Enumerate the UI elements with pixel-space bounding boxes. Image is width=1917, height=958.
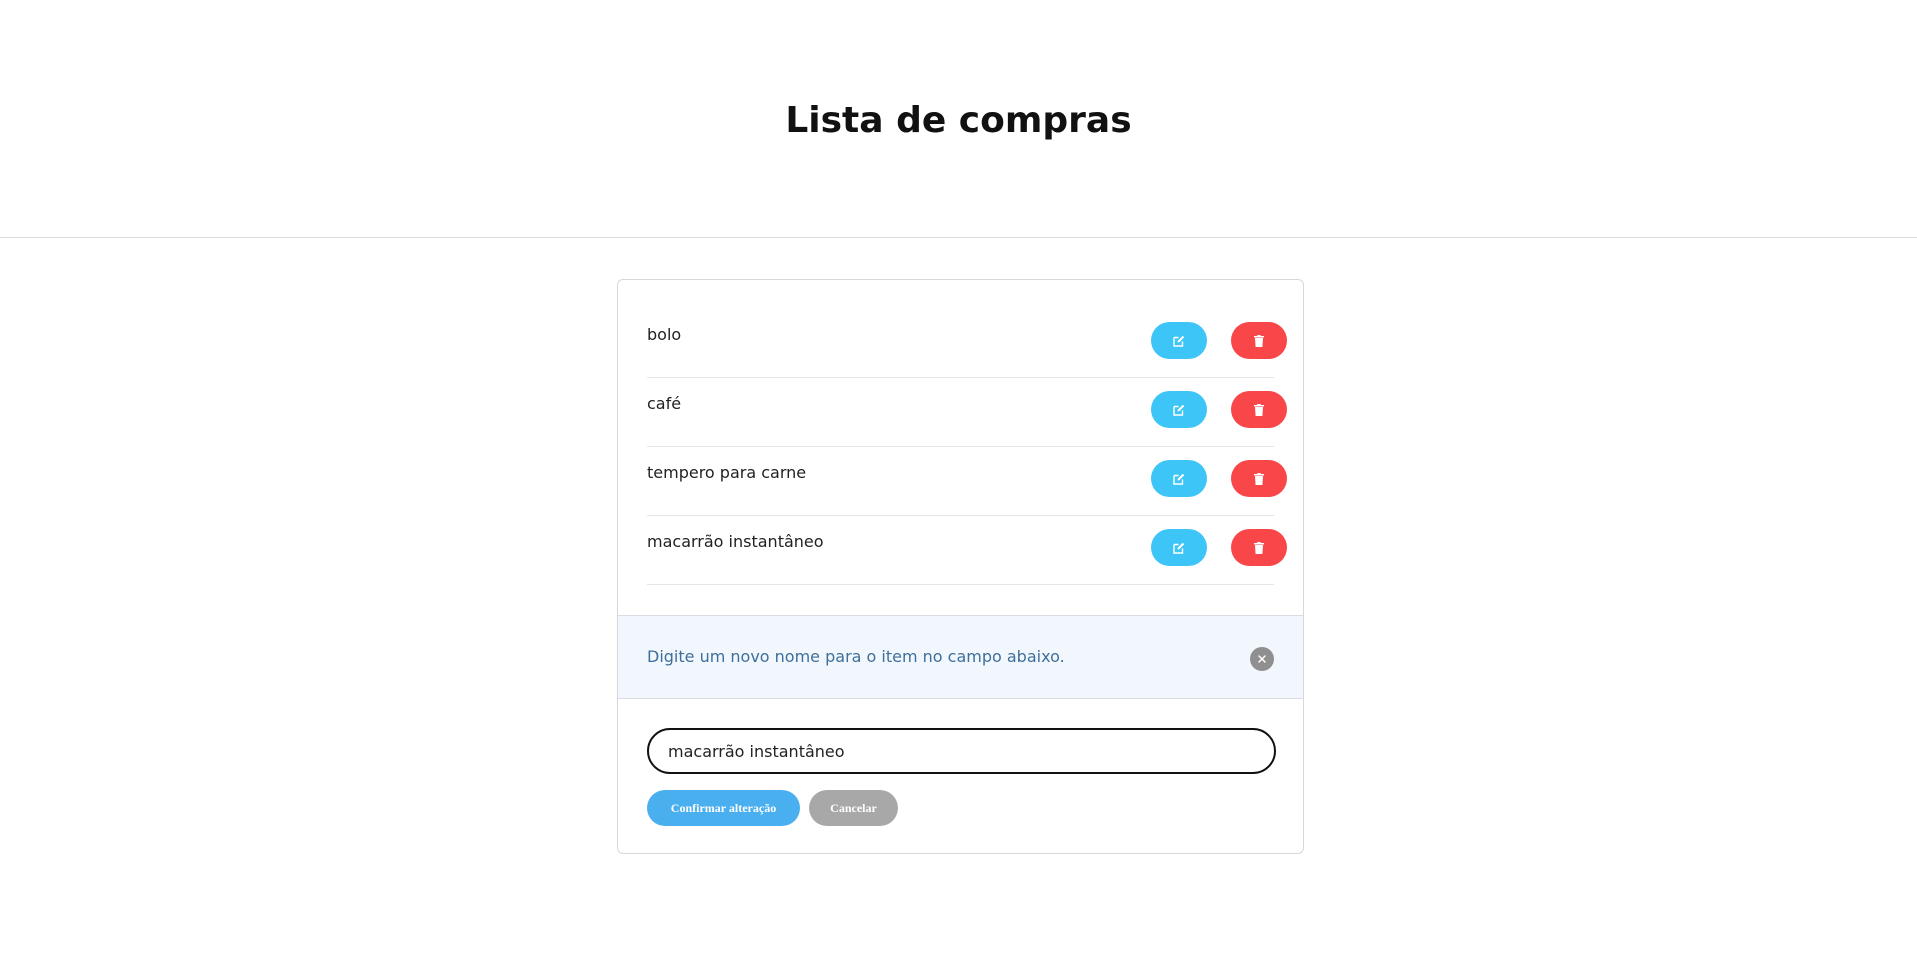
list-item: café bbox=[647, 378, 1287, 447]
info-alert: Digite um novo nome para o item no campo… bbox=[618, 615, 1303, 699]
edit-icon bbox=[1173, 404, 1185, 416]
edit-button[interactable] bbox=[1151, 460, 1207, 497]
trash-icon bbox=[1254, 472, 1264, 485]
list-item: macarrão instantâneo bbox=[647, 516, 1287, 585]
edit-icon bbox=[1173, 473, 1185, 485]
item-label: bolo bbox=[647, 325, 682, 344]
page-title: Lista de compras bbox=[785, 100, 1132, 141]
trash-icon bbox=[1254, 334, 1264, 347]
edit-icon bbox=[1173, 335, 1185, 347]
cancel-edit-button[interactable]: Cancelar bbox=[809, 790, 898, 826]
delete-button[interactable] bbox=[1231, 529, 1287, 566]
trash-icon bbox=[1254, 541, 1264, 554]
confirm-edit-button[interactable]: Confirmar alteração bbox=[647, 790, 800, 826]
delete-button[interactable] bbox=[1231, 460, 1287, 497]
item-label: tempero para carne bbox=[647, 463, 807, 482]
alert-message: Digite um novo nome para o item no campo… bbox=[647, 647, 1065, 666]
delete-button[interactable] bbox=[1231, 322, 1287, 359]
edit-button[interactable] bbox=[1151, 391, 1207, 428]
edit-button[interactable] bbox=[1151, 322, 1207, 359]
item-list: bolo café tempero para carne macarrão in… bbox=[647, 309, 1287, 585]
item-label: café bbox=[647, 394, 682, 413]
page-header: Lista de compras bbox=[0, 0, 1917, 238]
list-item: bolo bbox=[647, 309, 1287, 378]
list-item: tempero para carne bbox=[647, 447, 1287, 516]
close-icon bbox=[1258, 655, 1266, 663]
shopping-list-card: bolo café tempero para carne macarrão in… bbox=[617, 279, 1304, 854]
edit-icon bbox=[1173, 542, 1185, 554]
delete-button[interactable] bbox=[1231, 391, 1287, 428]
item-label: macarrão instantâneo bbox=[647, 532, 824, 551]
trash-icon bbox=[1254, 403, 1264, 416]
edit-button[interactable] bbox=[1151, 529, 1207, 566]
alert-close-button[interactable] bbox=[1250, 647, 1274, 671]
item-name-input[interactable] bbox=[647, 728, 1276, 774]
